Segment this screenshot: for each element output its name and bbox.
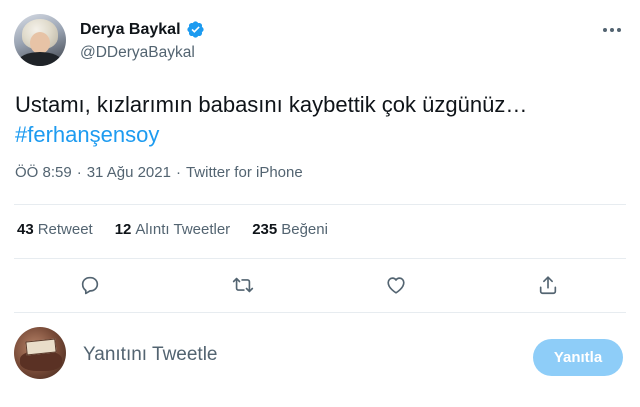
retweet-count: 43: [17, 221, 34, 238]
avatar-shoulders: [18, 52, 62, 66]
verified-badge-icon: [186, 20, 205, 39]
avatar-face: [30, 32, 50, 54]
tweet-card: Derya Baykal @DDeryaBaykal Ustamı, kızla…: [0, 0, 640, 407]
quote-label: Alıntı Tweetler: [135, 221, 231, 238]
tweet-stats: 43 Retweet 12 Alıntı Tweetler 235 Beğeni: [17, 221, 328, 238]
meta-separator: ·: [76, 164, 82, 181]
reply-input[interactable]: Yanıtını Tweetle: [83, 344, 218, 366]
divider: [14, 258, 626, 259]
like-count: 235: [252, 221, 278, 238]
divider: [14, 312, 626, 313]
author-avatar[interactable]: [14, 14, 66, 66]
like-label: Beğeni: [281, 221, 328, 238]
tweet-source[interactable]: Twitter for iPhone: [186, 164, 303, 181]
quote-tweets-link[interactable]: 12 Alıntı Tweetler: [115, 221, 230, 238]
retweet-count-link[interactable]: 43 Retweet: [17, 221, 93, 238]
likes-link[interactable]: 235 Beğeni: [252, 221, 328, 238]
tweet-body: Ustamı, kızlarımın babasını kaybettik ço…: [15, 90, 625, 150]
author-name-row: Derya Baykal: [80, 20, 205, 39]
more-options-icon[interactable]: [600, 20, 624, 40]
retweet-icon[interactable]: [230, 272, 256, 298]
reply-icon[interactable]: [77, 272, 103, 298]
tweet-date[interactable]: 31 Ağu 2021: [87, 164, 171, 181]
like-icon[interactable]: [383, 272, 409, 298]
tweet-meta: ÖÖ 8:59 · 31 Ağu 2021 · Twitter for iPho…: [15, 164, 303, 181]
author-display-name[interactable]: Derya Baykal: [80, 21, 181, 39]
share-icon[interactable]: [535, 272, 561, 298]
quote-count: 12: [114, 221, 132, 238]
author-handle[interactable]: @DDeryaBaykal: [80, 44, 195, 62]
divider: [14, 204, 626, 205]
tweet-time[interactable]: ÖÖ 8:59: [15, 164, 72, 181]
reply-button[interactable]: Yanıtla: [533, 339, 623, 376]
meta-separator: ·: [175, 164, 181, 181]
tweet-header: Derya Baykal @DDeryaBaykal: [14, 12, 626, 72]
retweet-label: Retweet: [37, 221, 93, 238]
tweet-text: Ustamı, kızlarımın babasını kaybettik ço…: [15, 92, 528, 117]
tweet-actions: [14, 270, 626, 300]
hashtag-link[interactable]: #ferhanşensoy: [15, 120, 625, 150]
current-user-avatar[interactable]: [14, 327, 66, 379]
